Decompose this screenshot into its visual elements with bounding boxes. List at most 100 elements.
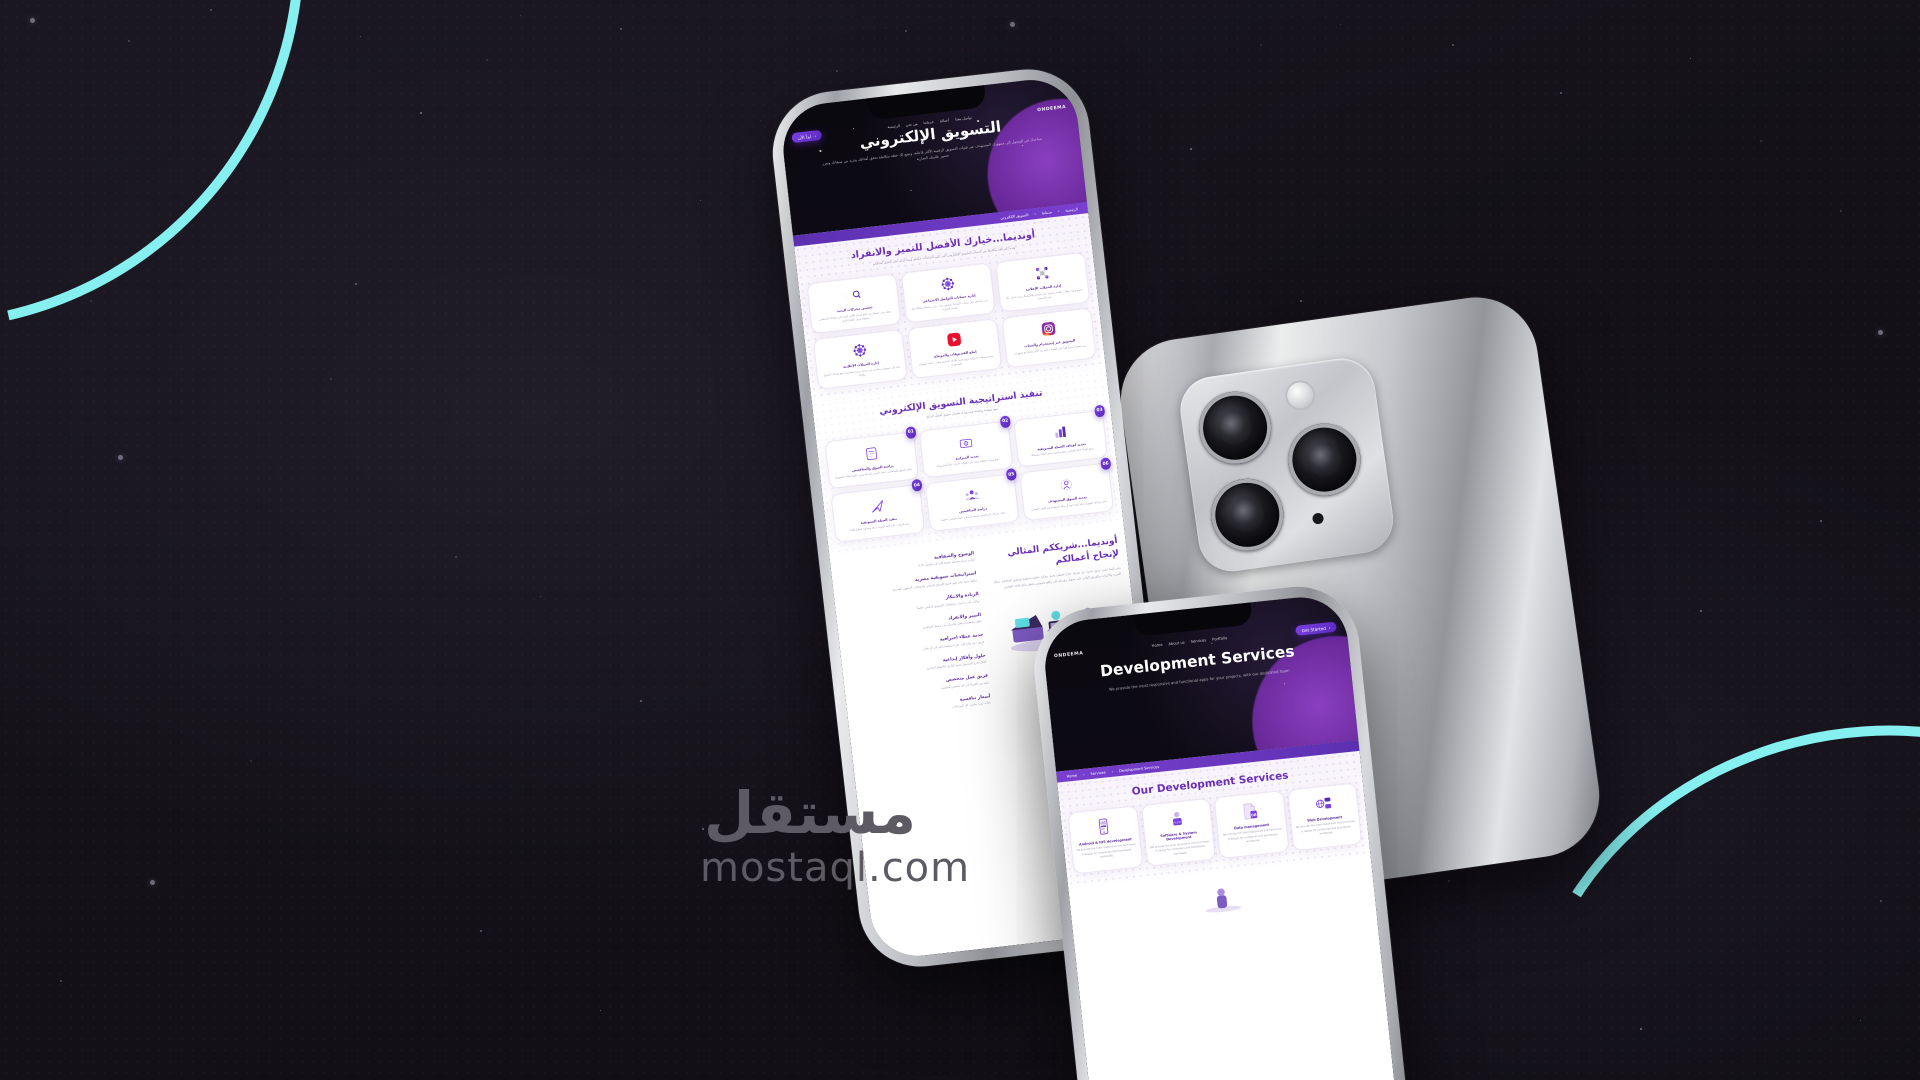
dev-illustration [1205,888,1242,913]
background-star [1878,330,1883,335]
nav-link[interactable]: خدماتنا [923,120,934,125]
services-card-grid: SE تحسين محركات البحثنرفع ترتيب موقعك في… [806,252,1097,391]
service-card[interactable]: إدارة الحملات الإعلانية نصل إلى جمهورك مب… [812,329,908,391]
instagram-icon [1040,319,1057,340]
social-network-icon [939,274,956,295]
service-card[interactable]: التسويق عبر إنستجرام والسناب نبني حضوراً … [1001,307,1097,369]
background-star [1340,24,1341,25]
service-card[interactable]: 05 دراسة المنافسين نراقب تحركات المنافسين… [924,468,1020,532]
budget-icon [957,432,974,453]
nav-link[interactable]: Portfolio [1212,636,1228,642]
background-star [640,700,642,702]
chevron-right-icon: › [1328,624,1331,630]
dev-nav-cta-button[interactable]: Get Started › [1295,621,1337,637]
card-description: We provide the most responsive and funct… [1222,827,1282,844]
nav-link[interactable]: Services [1191,638,1207,644]
service-card[interactable]: 04 تنفيذ الخطة التسويقية ننفذ الحملات على … [830,478,926,543]
service-card[interactable]: </> Software & System Development We provi… [1140,797,1217,867]
phone-dev-screen[interactable]: ONDEEMA Home About us Services Portfolio… [1040,592,1406,1080]
service-card[interactable]: SE تحسين محركات البحثنرفع ترتيب موقعك في… [806,273,902,335]
ads-network-icon [1033,263,1050,284]
background-star [1300,300,1302,302]
nav-link[interactable]: Home [1152,643,1163,648]
service-card[interactable]: 01 دراسة السوق والمنافسين نحلل السوق والم… [824,425,920,490]
goals-icon [1051,422,1068,443]
card-number-badge: 02 [999,414,1011,428]
card-number-badge: 04 [911,478,923,492]
service-card[interactable]: Android & iOS development We provide the … [1067,805,1143,875]
service-card[interactable]: 02 تحديد الميزانية نضع ميزانية واقعية توز… [918,414,1014,479]
data-management-icon: DB [1240,800,1259,823]
svg-text:DB: DB [1251,813,1257,818]
svg-text:SE: SE [845,294,847,301]
strategy-card-grid: 01 دراسة السوق والمنافسين نحلل السوق والم… [824,404,1115,543]
camera-flash-icon [1283,378,1318,413]
nav-link[interactable]: الرئيسية [887,124,900,129]
audience-icon [963,486,980,507]
breadcrumb-item[interactable]: خدماتنا [1042,210,1053,215]
dev-nav-cta-label: Get Started [1301,625,1327,633]
card-description: ننتج فيديوهات احترافية تروي قصة علامتك ا… [918,354,994,367]
background-star [118,455,123,460]
nav-link[interactable]: تواصل معنا [955,116,972,122]
dev-brand-logo[interactable]: ONDEEMA [1054,651,1084,659]
partner-feature-list: الوضوح والشفافية تقارير دورية مفصلة توضح … [839,551,992,721]
nav-cta-label: ابدأ الآن [797,133,812,141]
background-star [540,596,541,597]
chevron-left-icon: ‹ [814,133,817,139]
breadcrumb-sep: › [1082,772,1085,777]
breadcrumb-item[interactable]: Home [1066,773,1077,778]
background-star [700,200,701,201]
service-card[interactable]: Web Development We provide the most respo… [1286,782,1363,852]
service-card[interactable]: إدارة حسابات التواصل الاجتماعي ندير حسابا… [900,262,996,324]
breadcrumb-item[interactable]: الرئيسية [1065,207,1078,212]
nav-link[interactable]: من نحن [906,122,918,127]
breadcrumb-sep: › [1057,208,1060,214]
nav-link[interactable]: أعمالنا [940,118,950,123]
background-star [150,880,155,885]
background-star [90,300,92,302]
target-audience-icon [1057,475,1074,496]
card-number-badge: 01 [905,425,917,439]
software-system-icon: </> [1167,808,1186,831]
breadcrumb-sep: › [1034,211,1037,216]
breadcrumb-item[interactable]: Development Services [1119,764,1160,772]
service-card[interactable]: DB Data management We provide the most res… [1213,790,1290,860]
background-star [420,112,422,114]
card-description: نصل إلى جمهورك مباشرة عبر رسائل بريدية م… [822,364,901,378]
camera-mic-icon [1311,512,1325,525]
dev-nav-links[interactable]: Home About us Services Portfolio [1152,636,1228,648]
brand-logo[interactable]: ONDEEMA [1037,105,1066,113]
background-star [60,980,62,982]
audit-icon [862,443,879,464]
card-number-badge: 06 [1100,457,1112,471]
card-number-badge: 03 [1094,404,1106,418]
card-description: نرفع ترتيب موقعك في نتائج البحث الأولى ل… [819,309,892,323]
background-star [600,1010,601,1011]
email-network-icon [851,340,868,361]
camera-lens-tele-icon [1283,418,1366,501]
breadcrumb-sep: › [1111,769,1114,774]
service-card[interactable]: 06 تحديد السوق المستهدف نحدد شرائح جمهورك… [1019,457,1115,522]
background-star [1760,140,1762,142]
mobile-dev-icon [1094,815,1113,838]
background-star [1448,880,1450,882]
watermark-latin: mostaql.com [700,845,971,891]
background-star [1820,520,1822,522]
partner-right-column: الوضوح والشفافية تقارير دورية مفصلة توضح … [839,551,993,730]
youtube-icon [945,330,962,351]
background-star [836,70,838,72]
service-card[interactable]: 03 تحديد أهداف الحملة التسويقية نصيغ أهداف… [1013,404,1109,468]
camera-lens-ultrawide-icon [1206,474,1288,556]
background-star [1010,22,1015,27]
partner-feature-item: أسعار تنافسية باقات مرنة تناسب كل الميزان… [855,694,991,721]
nav-link[interactable]: About us [1168,641,1185,647]
card-number-badge: 05 [1005,468,1017,482]
service-card[interactable]: إدارة الحملات الإعلانية نصمم وننفذ حملات … [995,252,1091,313]
background-star [520,15,521,16]
breadcrumb-item[interactable]: التسويق الإلكتروني [1000,212,1029,219]
camera-module [1176,354,1398,576]
breadcrumb-item[interactable]: Services [1090,770,1105,776]
card-description: نضع ميزانية واقعية توزع على القنوات الأع… [936,457,1000,468]
service-card[interactable]: إنتاج الفيديوهات والمونتاج ننتج فيديوهات … [907,318,1003,380]
